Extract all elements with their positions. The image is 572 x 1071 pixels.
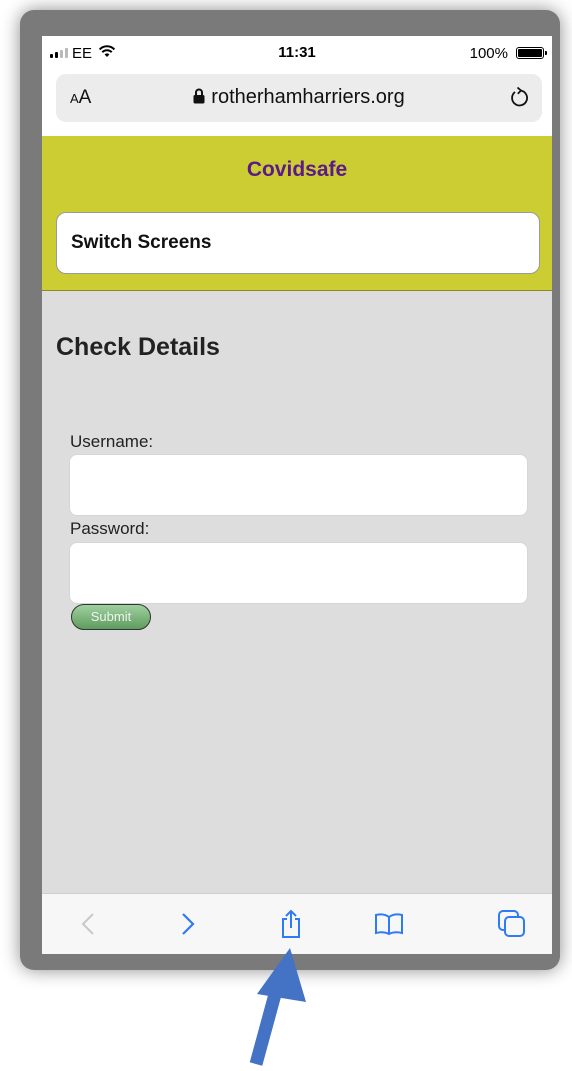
url-text: rotherhamharriers.org	[211, 86, 405, 108]
forward-icon[interactable]	[172, 908, 204, 940]
password-field[interactable]	[69, 542, 528, 604]
submit-button[interactable]: Submit	[71, 604, 151, 630]
battery-icon	[516, 47, 547, 59]
phone-screen: EE 11:31 100% AA rotherhamharriers.org C…	[42, 36, 552, 954]
back-icon[interactable]	[72, 908, 104, 940]
username-label: Username:	[70, 432, 154, 451]
status-bar: EE 11:31 100%	[42, 36, 552, 70]
app-title: Covidsafe	[246, 158, 348, 181]
bookmarks-icon[interactable]	[373, 908, 405, 940]
username-field[interactable]	[69, 454, 528, 516]
switch-screens-button[interactable]: Switch Screens	[56, 212, 540, 274]
app-header: Covidsafe Switch Screens	[42, 136, 552, 291]
password-label: Password:	[70, 519, 150, 538]
reload-icon[interactable]	[508, 85, 530, 114]
main-content: Check Details Username: Password: Submit	[42, 291, 552, 893]
tabs-icon[interactable]	[496, 908, 528, 940]
switch-screens-label: Switch Screens	[71, 232, 212, 253]
lock-icon	[193, 87, 205, 110]
battery-percentage: 100%	[469, 45, 508, 62]
annotation-arrow-icon	[210, 930, 330, 1071]
page-title: Check Details	[56, 333, 220, 361]
url-display[interactable]: rotherhamharriers.org	[56, 86, 542, 110]
address-bar[interactable]: AA rotherhamharriers.org	[56, 74, 542, 122]
